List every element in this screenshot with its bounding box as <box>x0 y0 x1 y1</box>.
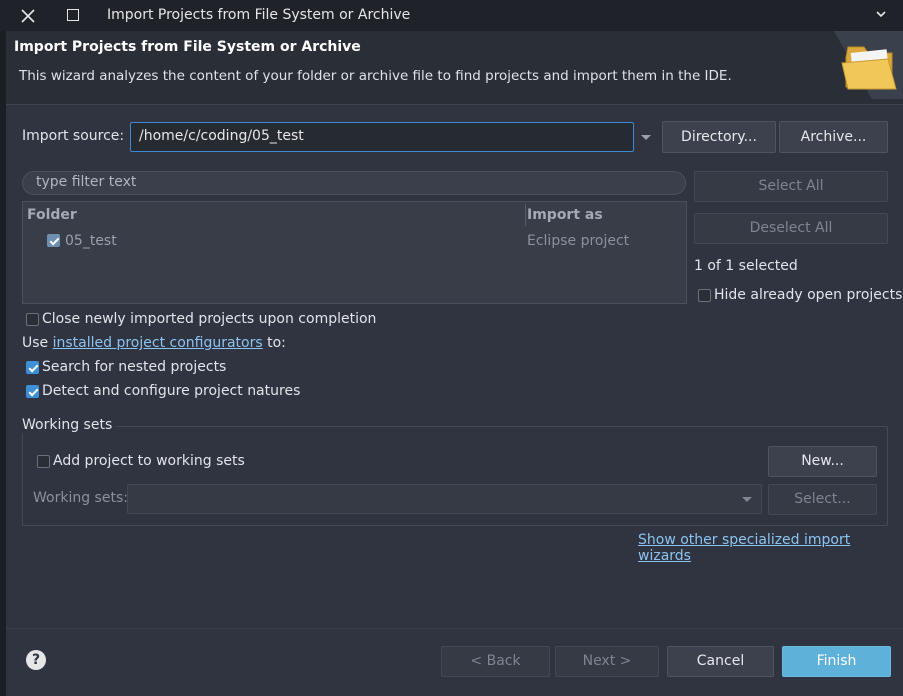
add-to-working-sets-checkbox[interactable] <box>37 455 50 468</box>
row-folder: 05_test <box>65 233 117 249</box>
hide-open-checkbox[interactable] <box>698 289 711 302</box>
column-divider <box>525 204 526 226</box>
nested-projects-checkbox[interactable] <box>26 361 39 374</box>
nested-projects-label[interactable]: Search for nested projects <box>42 359 226 375</box>
deselect-all-button[interactable]: Deselect All <box>694 213 888 244</box>
working-sets-label: Working sets: <box>33 490 128 506</box>
folder-icon <box>834 31 903 99</box>
add-to-working-sets-label[interactable]: Add project to working sets <box>53 453 245 469</box>
working-sets-combo[interactable] <box>127 484 762 514</box>
wizard-header: Import Projects from File System or Arch… <box>6 31 903 105</box>
project-natures-label[interactable]: Detect and configure project natures <box>42 383 300 399</box>
select-working-sets-button[interactable]: Select... <box>768 484 877 515</box>
wizard-description: This wizard analyzes the content of your… <box>19 68 732 84</box>
source-history-dropdown-icon[interactable] <box>636 122 656 152</box>
wizard-title: Import Projects from File System or Arch… <box>14 39 361 55</box>
column-header-import-as[interactable]: Import as <box>527 207 603 223</box>
other-import-wizards-link[interactable]: Show other specialized import wizards <box>638 532 903 564</box>
next-button[interactable]: Next > <box>555 646 659 677</box>
selected-count: 1 of 1 selected <box>694 258 798 274</box>
back-button[interactable]: < Back <box>441 646 550 677</box>
project-natures-checkbox[interactable] <box>26 385 39 398</box>
hide-open-label[interactable]: Hide already open projects <box>714 287 902 303</box>
select-all-button[interactable]: Select All <box>694 171 888 202</box>
title-bar: Import Projects from File System or Arch… <box>0 0 903 31</box>
table-row[interactable]: 05_test Eclipse project <box>23 229 686 253</box>
window-title: Import Projects from File System or Arch… <box>107 7 411 23</box>
cancel-button[interactable]: Cancel <box>667 646 774 677</box>
close-icon[interactable] <box>20 8 36 24</box>
configurators-line: Use installed project configurators to: <box>22 335 286 351</box>
finish-button[interactable]: Finish <box>782 646 891 677</box>
filter-input[interactable]: type filter text <box>22 171 686 195</box>
import-source-input[interactable]: /home/c/coding/05_test <box>130 122 634 152</box>
working-sets-group-label: Working sets <box>22 417 117 433</box>
chevron-down-icon <box>742 497 752 502</box>
new-working-set-button[interactable]: New... <box>768 446 877 477</box>
maximize-icon[interactable] <box>67 9 79 21</box>
installed-configurators-link[interactable]: installed project configurators <box>53 335 263 351</box>
close-imported-checkbox[interactable] <box>26 313 39 326</box>
use-suffix: to: <box>267 335 286 351</box>
help-icon[interactable]: ? <box>26 650 46 670</box>
use-prefix: Use <box>22 335 49 351</box>
row-import-as: Eclipse project <box>527 233 630 249</box>
close-imported-label[interactable]: Close newly imported projects upon compl… <box>42 311 376 327</box>
archive-button[interactable]: Archive... <box>779 121 888 153</box>
projects-table: Folder Import as 05_test Eclipse project <box>22 201 687 304</box>
import-source-label: Import source: <box>22 128 125 144</box>
column-header-folder[interactable]: Folder <box>27 207 77 223</box>
chevron-down-icon[interactable] <box>876 10 886 18</box>
row-checkbox[interactable] <box>47 234 60 247</box>
directory-button[interactable]: Directory... <box>662 121 776 153</box>
